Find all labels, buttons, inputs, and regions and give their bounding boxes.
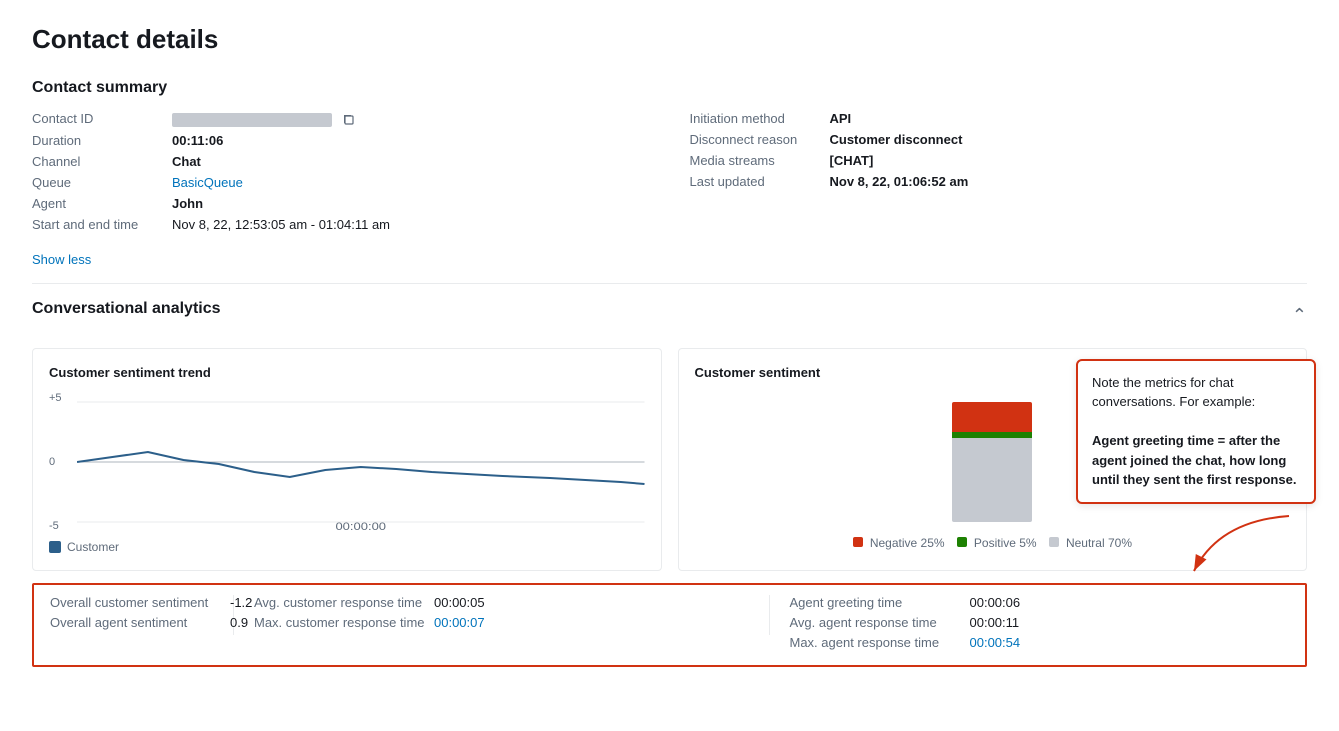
- trend-svg-wrap: 00:00:00: [77, 392, 645, 532]
- customer-metrics: Avg. customer response time 00:00:05 Max…: [234, 595, 770, 635]
- yaxis-zero: 0: [49, 456, 71, 468]
- contact-summary-right: Initiation method API Disconnect reason …: [690, 111, 1308, 238]
- disconnect-reason-label: Disconnect reason: [690, 132, 830, 147]
- overall-customer-sentiment-row: Overall customer sentiment -1.2: [50, 595, 217, 610]
- media-streams-row: Media streams [CHAT]: [690, 153, 1308, 168]
- page-title: Contact details: [32, 24, 1307, 55]
- overall-agent-label: Overall agent sentiment: [50, 615, 230, 630]
- contact-summary-grid: Contact ID Duration 00:11:06 Channel Cha…: [32, 111, 1307, 238]
- max-customer-response-row: Max. customer response time 00:00:07: [254, 615, 749, 630]
- last-updated-value: Nov 8, 22, 01:06:52 am: [830, 174, 969, 189]
- trend-yaxis: +5 0 -5: [49, 392, 77, 532]
- avg-agent-response-row: Avg. agent response time 00:00:11: [790, 615, 1286, 630]
- channel-value: Chat: [172, 154, 201, 169]
- show-less-button[interactable]: Show less: [32, 252, 91, 267]
- initiation-method-row: Initiation method API: [690, 111, 1308, 126]
- analytics-title: Conversational analytics: [32, 300, 221, 318]
- negative-dot: [853, 537, 863, 547]
- max-agent-value[interactable]: 00:00:54: [970, 635, 1021, 650]
- contact-id-value: [172, 111, 356, 127]
- channel-label: Channel: [32, 154, 172, 169]
- sentiment-bar-chart: Customer sentiment Negative 25%: [678, 348, 1308, 571]
- avg-agent-value: 00:00:11: [970, 615, 1020, 630]
- sentiment-legend: Negative 25% Positive 5% Neutral 70%: [853, 536, 1133, 550]
- start-end-time-row: Start and end time Nov 8, 22, 12:53:05 a…: [32, 217, 650, 232]
- last-updated-label: Last updated: [690, 174, 830, 189]
- max-agent-label: Max. agent response time: [790, 635, 970, 650]
- bar-stack: [952, 402, 1032, 522]
- max-agent-response-row: Max. agent response time 00:00:54: [790, 635, 1286, 650]
- avg-customer-response-row: Avg. customer response time 00:00:05: [254, 595, 749, 610]
- neutral-label: Neutral 70%: [1066, 536, 1132, 550]
- queue-value[interactable]: BasicQueue: [172, 175, 243, 190]
- start-end-time-label: Start and end time: [32, 217, 172, 232]
- trend-legend: Customer: [49, 540, 645, 554]
- overall-customer-label: Overall customer sentiment: [50, 595, 230, 610]
- analytics-section: Conversational analytics ⌃ Customer sent…: [32, 300, 1307, 667]
- charts-row: Customer sentiment trend +5 0 -5: [32, 348, 1307, 571]
- avg-agent-label: Avg. agent response time: [790, 615, 970, 630]
- metrics-bottom-wrap: Overall customer sentiment -1.2 Overall …: [32, 583, 1307, 667]
- yaxis-minus5: -5: [49, 520, 71, 532]
- sentiment-trend-chart: Customer sentiment trend +5 0 -5: [32, 348, 662, 571]
- negative-legend: Negative 25%: [853, 536, 945, 550]
- queue-label: Queue: [32, 175, 172, 190]
- initiation-method-label: Initiation method: [690, 111, 830, 126]
- agent-value: John: [172, 196, 203, 211]
- positive-label: Positive 5%: [974, 536, 1037, 550]
- annotation-text-2: Agent greeting time = after the agent jo…: [1092, 433, 1296, 487]
- avg-customer-label: Avg. customer response time: [254, 595, 434, 610]
- agent-row: Agent John: [32, 196, 650, 211]
- customer-legend-label: Customer: [67, 540, 119, 554]
- avg-customer-value: 00:00:05: [434, 595, 485, 610]
- sentiment-trend-title: Customer sentiment trend: [49, 365, 645, 380]
- positive-legend: Positive 5%: [957, 536, 1037, 550]
- contact-id-label: Contact ID: [32, 111, 172, 126]
- max-customer-value[interactable]: 00:00:07: [434, 615, 485, 630]
- svg-text:00:00:00: 00:00:00: [335, 520, 386, 532]
- queue-row: Queue BasicQueue: [32, 175, 650, 190]
- media-streams-label: Media streams: [690, 153, 830, 168]
- divider-1: [32, 283, 1307, 284]
- negative-label: Negative 25%: [870, 536, 945, 550]
- metrics-row: Overall customer sentiment -1.2 Overall …: [32, 583, 1307, 667]
- positive-dot: [957, 537, 967, 547]
- agent-greeting-value: 00:00:06: [970, 595, 1021, 610]
- annotation-box: Note the metrics for chat conversations.…: [1076, 359, 1316, 504]
- contact-id-row: Contact ID: [32, 111, 650, 127]
- media-streams-value: [CHAT]: [830, 153, 874, 168]
- agent-greeting-label: Agent greeting time: [790, 595, 970, 610]
- chevron-up-icon[interactable]: ⌃: [1292, 305, 1307, 326]
- agent-label: Agent: [32, 196, 172, 211]
- last-updated-row: Last updated Nov 8, 22, 01:06:52 am: [690, 174, 1308, 189]
- overall-agent-sentiment-row: Overall agent sentiment 0.9: [50, 615, 217, 630]
- contact-summary-title: Contact summary: [32, 79, 1307, 97]
- agent-metrics: Agent greeting time 00:00:06 Avg. agent …: [770, 595, 1306, 655]
- agent-greeting-time-row: Agent greeting time 00:00:06: [790, 595, 1286, 610]
- neutral-legend: Neutral 70%: [1049, 536, 1132, 550]
- negative-segment: [952, 402, 1032, 432]
- neutral-dot: [1049, 537, 1059, 547]
- initiation-method-value: API: [830, 111, 852, 126]
- trend-chart-area: +5 0 -5 00:00:00: [49, 392, 645, 532]
- neutral-segment: [952, 438, 1032, 522]
- start-end-time-value: Nov 8, 22, 12:53:05 am - 01:04:11 am: [172, 217, 390, 232]
- contact-summary-left: Contact ID Duration 00:11:06 Channel Cha…: [32, 111, 650, 238]
- customer-legend-square: [49, 541, 61, 553]
- overall-metrics: Overall customer sentiment -1.2 Overall …: [34, 595, 234, 635]
- disconnect-reason-row: Disconnect reason Customer disconnect: [690, 132, 1308, 147]
- channel-row: Channel Chat: [32, 154, 650, 169]
- contact-id-blurred: [172, 113, 332, 127]
- disconnect-reason-value: Customer disconnect: [830, 132, 963, 147]
- contact-summary-section: Contact summary Contact ID Duration 00:1…: [32, 79, 1307, 267]
- duration-row: Duration 00:11:06: [32, 133, 650, 148]
- analytics-header: Conversational analytics ⌃: [32, 300, 1307, 332]
- max-customer-label: Max. customer response time: [254, 615, 434, 630]
- yaxis-plus5: +5: [49, 392, 71, 404]
- copy-icon[interactable]: [342, 113, 356, 127]
- annotation-text-1: Note the metrics for chat conversations.…: [1092, 375, 1255, 410]
- duration-value: 00:11:06: [172, 133, 223, 148]
- duration-label: Duration: [32, 133, 172, 148]
